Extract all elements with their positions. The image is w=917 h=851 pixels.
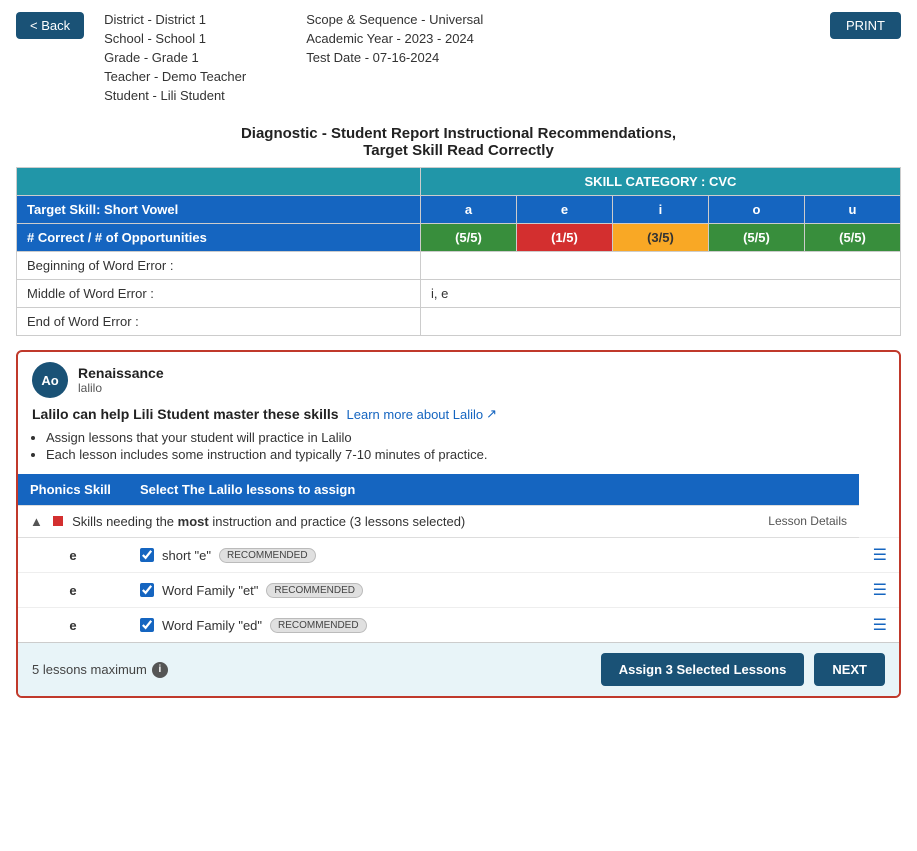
score-e: (1/5) xyxy=(516,224,612,252)
bullet-1: Assign lessons that your student will pr… xyxy=(46,430,885,445)
skill-category-header: SKILL CATEGORY : CVC xyxy=(420,168,900,196)
beginning-error-val xyxy=(420,252,900,280)
scope-label: Scope & Sequence - Universal xyxy=(306,12,483,27)
footer-info: 5 lessons maximum i xyxy=(32,662,168,678)
recommended-badge-2: RECOMMENDED xyxy=(266,583,363,598)
lesson-cell-1: short "e" RECOMMENDED xyxy=(128,538,859,573)
footer-info-text: 5 lessons maximum xyxy=(32,662,147,677)
panel-sub: lalilo xyxy=(78,381,164,395)
phonics-skill-col: Phonics Skill xyxy=(18,474,128,506)
group-header-cell: ▲ Skills needing the most instruction an… xyxy=(18,506,859,538)
score-a: (5/5) xyxy=(420,224,516,252)
bullet-2: Each lesson includes some instruction an… xyxy=(46,447,885,462)
info-icon: i xyxy=(152,662,168,678)
main-table: SKILL CATEGORY : CVC Target Skill: Short… xyxy=(16,167,901,336)
student-label: Student - Lili Student xyxy=(104,88,246,103)
academic-year-label: Academic Year - 2023 - 2024 xyxy=(306,31,483,46)
lesson-table: Phonics Skill Select The Lalilo lessons … xyxy=(18,474,899,642)
select-lessons-col: Select The Lalilo lessons to assign xyxy=(128,474,859,506)
target-skill-label: Target Skill: Short Vowel xyxy=(17,196,421,224)
panel-footer: 5 lessons maximum i Assign 3 Selected Le… xyxy=(18,642,899,696)
group-selected-count: (3 lessons selected) xyxy=(350,514,466,529)
district-label: District - District 1 xyxy=(104,12,246,27)
panel-header: Ao Renaissance lalilo xyxy=(18,352,899,404)
vowel-i: i xyxy=(612,196,708,224)
group-header-bold: most xyxy=(178,514,209,529)
panel-tagline: Lalilo can help Lili Student master thes… xyxy=(18,404,899,426)
learn-more-link[interactable]: Learn more about Lalilo ↗ xyxy=(347,406,498,422)
panel-brand-info: Renaissance lalilo xyxy=(78,365,164,395)
score-u: (5/5) xyxy=(804,224,900,252)
lesson-details-icon-1[interactable]: ☰ xyxy=(859,538,899,573)
lesson-row-2: e Word Family "et" RECOMMENDED ☰ xyxy=(18,573,899,608)
recommended-badge-1: RECOMMENDED xyxy=(219,548,316,563)
next-button[interactable]: NEXT xyxy=(814,653,885,686)
lesson-skill-3: e xyxy=(18,608,128,643)
external-link-icon: ↗ xyxy=(486,406,497,422)
vowel-a: a xyxy=(420,196,516,224)
group-header-suffix: instruction and practice xyxy=(212,514,346,529)
lesson-details-label: Lesson Details xyxy=(768,514,847,528)
lesson-details-icon-2[interactable]: ☰ xyxy=(859,573,899,608)
middle-error-val: i, e xyxy=(420,280,900,308)
print-button[interactable]: PRINT xyxy=(830,12,901,39)
grade-label: Grade - Grade 1 xyxy=(104,50,246,65)
list-details-icon-3[interactable]: ☰ xyxy=(873,617,887,634)
page: < Back District - District 1 School - Sc… xyxy=(0,0,917,851)
lesson-skill-1: e xyxy=(18,538,128,573)
collapse-icon[interactable]: ▲ xyxy=(30,514,43,529)
lesson-cell-2: Word Family "et" RECOMMENDED xyxy=(128,573,859,608)
assign-selected-lessons-button[interactable]: Assign 3 Selected Lessons xyxy=(601,653,805,686)
panel-bullets: Assign lessons that your student will pr… xyxy=(18,426,899,470)
empty-header xyxy=(17,168,421,196)
lesson-checkbox-3[interactable] xyxy=(140,618,154,632)
lesson-name-2: Word Family "et" xyxy=(162,583,258,598)
report-title: Diagnostic - Student Report Instructiona… xyxy=(16,125,901,159)
vowel-o: o xyxy=(708,196,804,224)
score-o: (5/5) xyxy=(708,224,804,252)
header-bar: < Back District - District 1 School - Sc… xyxy=(0,0,917,115)
list-details-icon-1[interactable]: ☰ xyxy=(873,547,887,564)
group-header-row: ▲ Skills needing the most instruction an… xyxy=(18,506,899,538)
vowel-e: e xyxy=(516,196,612,224)
renaissance-panel: Ao Renaissance lalilo Lalilo can help Li… xyxy=(16,350,901,698)
lesson-checkbox-1[interactable] xyxy=(140,548,154,562)
lesson-row-3: e Word Family "ed" RECOMMENDED ☰ xyxy=(18,608,899,643)
vowel-u: u xyxy=(804,196,900,224)
teacher-label: Teacher - Demo Teacher xyxy=(104,69,246,84)
lesson-checkbox-2[interactable] xyxy=(140,583,154,597)
lesson-cell-3: Word Family "ed" RECOMMENDED xyxy=(128,608,859,643)
info-col-right: Scope & Sequence - Universal Academic Ye… xyxy=(306,12,483,103)
end-error-val xyxy=(420,308,900,336)
test-date-label: Test Date - 07-16-2024 xyxy=(306,50,483,65)
middle-error-label: Middle of Word Error : xyxy=(17,280,421,308)
lesson-row-1: e short "e" RECOMMENDED ☰ xyxy=(18,538,899,573)
lesson-skill-2: e xyxy=(18,573,128,608)
lesson-name-1: short "e" xyxy=(162,548,211,563)
correct-label: # Correct / # of Opportunities xyxy=(17,224,421,252)
back-button[interactable]: < Back xyxy=(16,12,84,39)
lesson-details-icon-3[interactable]: ☰ xyxy=(859,608,899,643)
tagline-text: Lalilo can help Lili Student master thes… xyxy=(32,406,339,422)
list-details-icon-2[interactable]: ☰ xyxy=(873,582,887,599)
red-square-icon xyxy=(53,516,63,526)
score-i: (3/5) xyxy=(612,224,708,252)
end-error-label: End of Word Error : xyxy=(17,308,421,336)
info-col-left: District - District 1 School - School 1 … xyxy=(104,12,246,103)
group-header-text: Skills needing the xyxy=(72,514,174,529)
beginning-error-label: Beginning of Word Error : xyxy=(17,252,421,280)
school-label: School - School 1 xyxy=(104,31,246,46)
header-info: District - District 1 School - School 1 … xyxy=(104,12,810,103)
recommended-badge-3: RECOMMENDED xyxy=(270,618,367,633)
lesson-name-3: Word Family "ed" xyxy=(162,618,262,633)
panel-logo: Ao xyxy=(32,362,68,398)
panel-brand: Renaissance xyxy=(78,365,164,381)
